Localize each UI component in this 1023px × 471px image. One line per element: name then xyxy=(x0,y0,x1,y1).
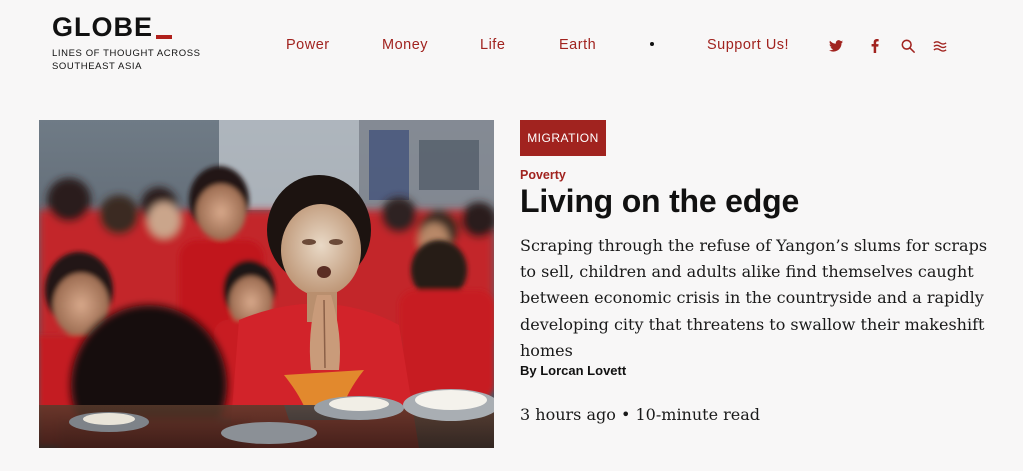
nav-item-money[interactable]: Money xyxy=(382,37,428,53)
article-meta: 3 hours ago • 10-minute read xyxy=(520,405,760,424)
meta-separator: • xyxy=(620,405,631,424)
logo-wordmark[interactable]: GLOBE xyxy=(52,14,267,41)
article-dek: Scraping through the refuse of Yangon’s … xyxy=(520,236,988,360)
site-logo[interactable]: GLOBE LINES OF THOUGHT ACROSS SOUTHEAST … xyxy=(52,14,267,73)
article-hero-image[interactable] xyxy=(39,120,494,448)
article-byline[interactable]: By Lorcan Lovett xyxy=(520,363,626,378)
article-headline[interactable]: Living on the edge xyxy=(520,183,799,220)
nav-item-power[interactable]: Power xyxy=(286,37,330,53)
nav-item-life[interactable]: Life xyxy=(480,37,505,53)
category-tag-migration[interactable]: MIGRATION xyxy=(520,120,606,156)
nav-item-earth[interactable]: Earth xyxy=(559,37,596,53)
support-us-link[interactable]: Support Us! xyxy=(707,37,789,53)
time-ago: 3 hours ago xyxy=(520,405,616,424)
logo-underscore xyxy=(156,35,173,39)
twitter-icon[interactable] xyxy=(828,38,844,54)
nav-separator-dot xyxy=(650,42,654,46)
search-icon[interactable] xyxy=(900,38,916,54)
site-tagline: LINES OF THOUGHT ACROSS SOUTHEAST ASIA xyxy=(52,48,201,72)
facebook-icon[interactable] xyxy=(868,38,882,54)
menu-icon[interactable] xyxy=(932,38,948,54)
article-kicker[interactable]: Poverty xyxy=(520,168,566,182)
logo-text: GLOBE xyxy=(52,12,154,42)
read-time: 10-minute read xyxy=(635,405,761,424)
